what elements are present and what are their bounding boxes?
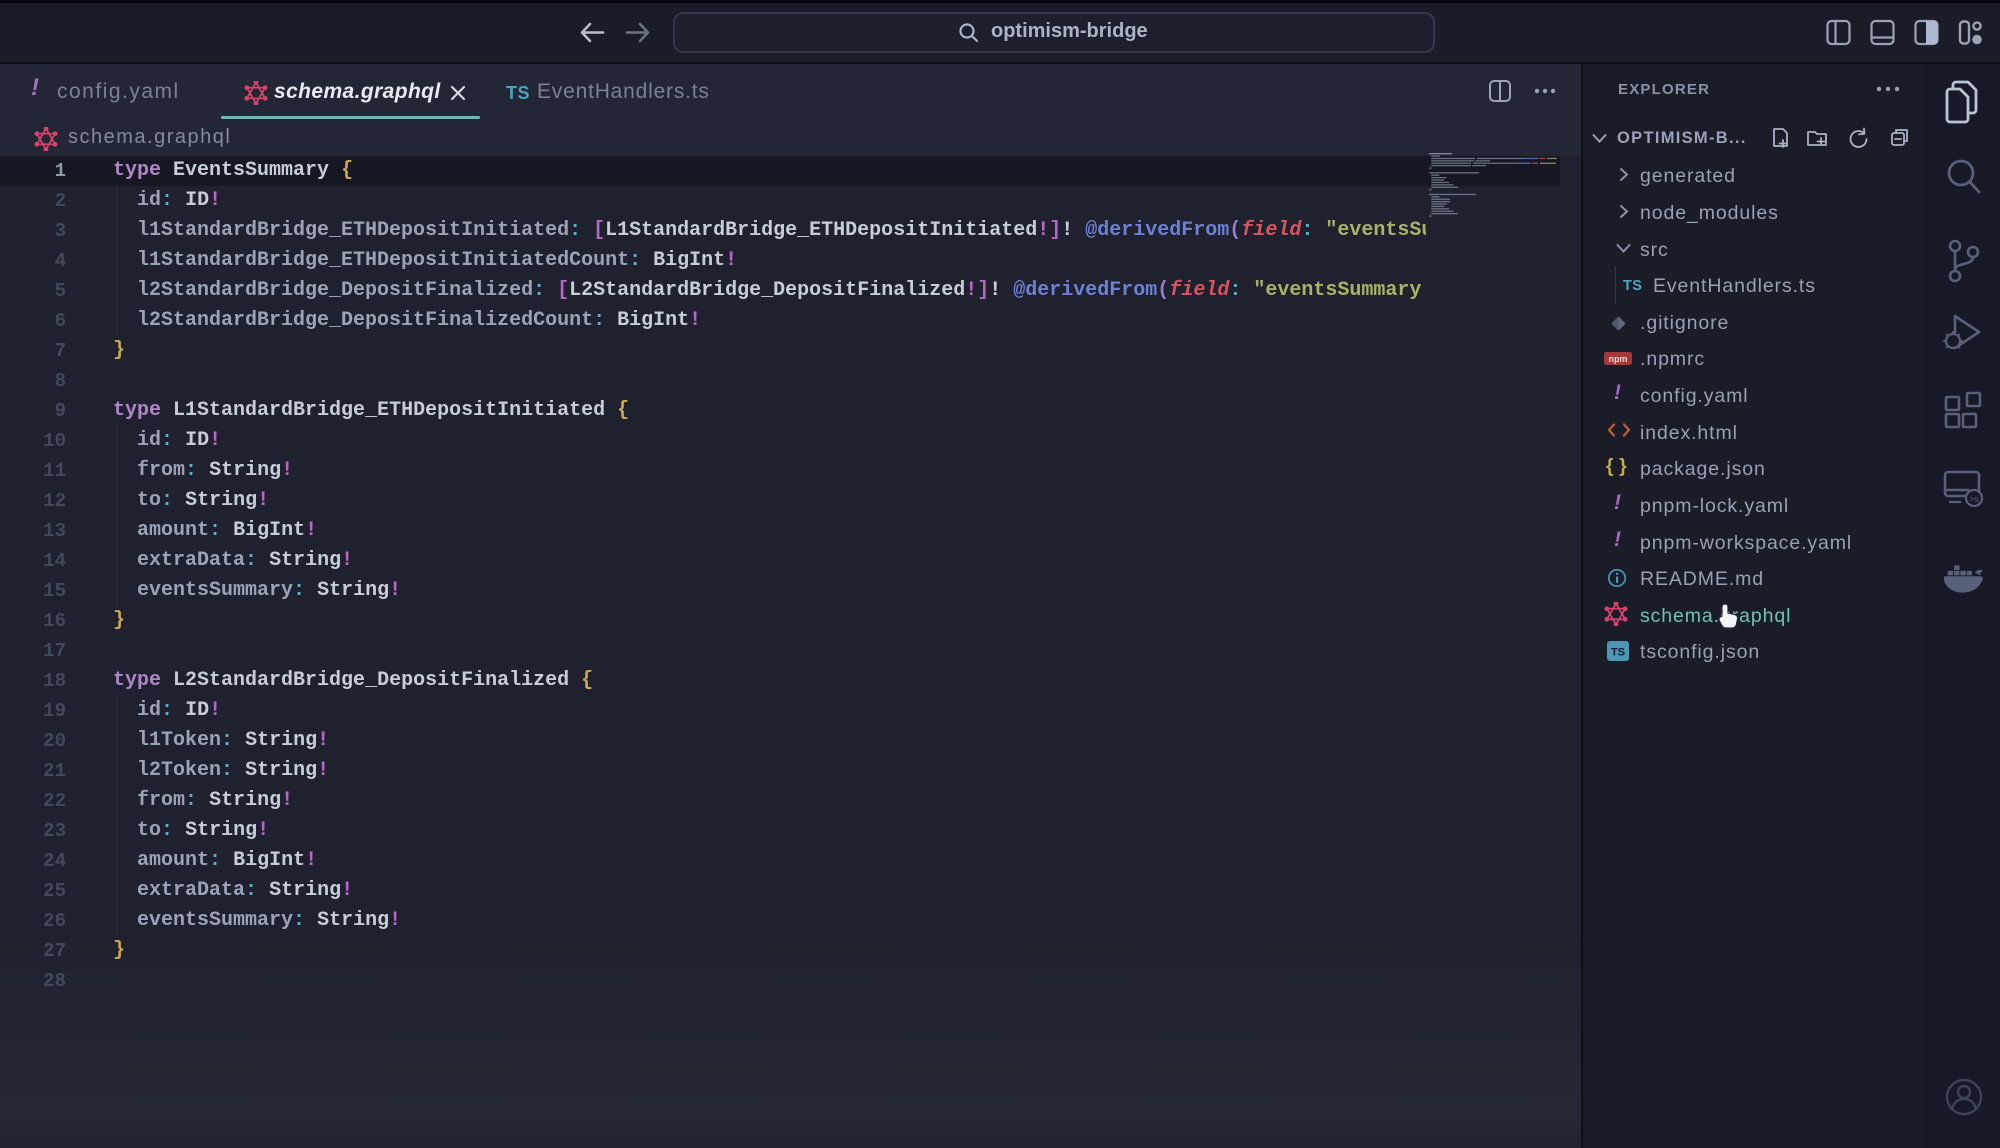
svg-text:>s: >s — [1969, 494, 1979, 504]
svg-text:TS: TS — [1611, 647, 1625, 659]
svg-text:npm: npm — [1609, 354, 1628, 364]
